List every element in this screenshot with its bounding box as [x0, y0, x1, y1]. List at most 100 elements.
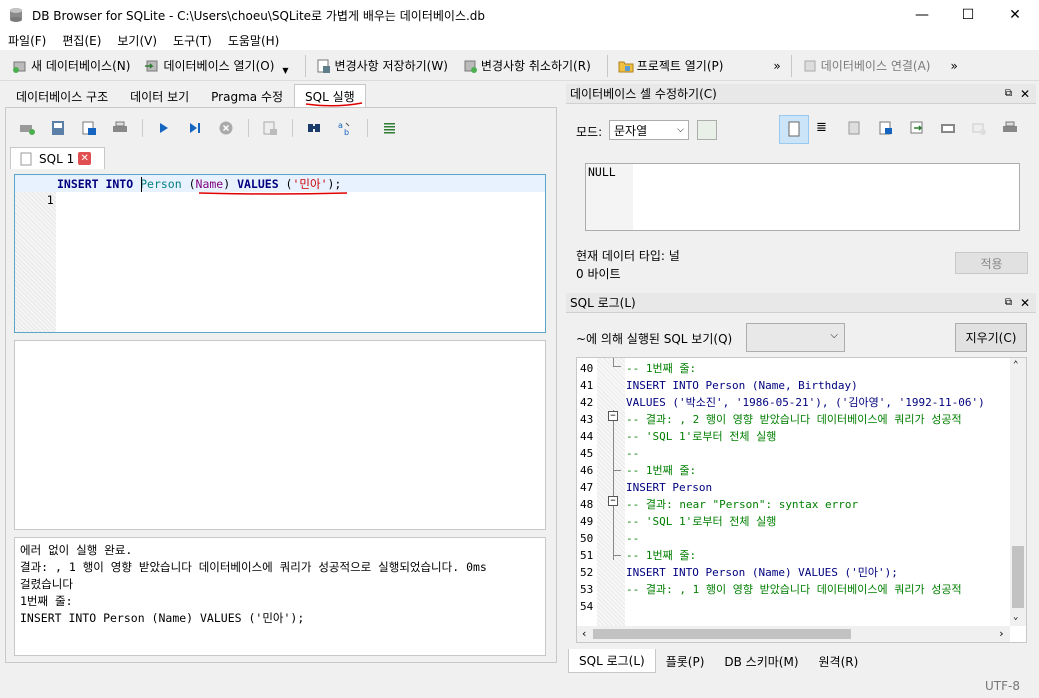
results-grid[interactable]	[14, 340, 546, 530]
log-line: 41 INSERT INTO Person (Name, Birthday)	[580, 377, 1010, 394]
close-window-button[interactable]: ✕	[992, 0, 1038, 30]
toolbar-overflow-right[interactable]: »	[950, 59, 957, 73]
tab-plot[interactable]: 플롯(P)	[656, 650, 715, 673]
log-line: 49 -- 'SQL 1'로부터 전체 실행	[580, 513, 1010, 530]
scroll-up-icon[interactable]: ⌃	[1013, 360, 1018, 370]
log-line-text: VALUES ('박소진', '1986-05-21'), ('김아영', '1…	[626, 396, 985, 409]
log-line-number: 43	[580, 413, 594, 426]
cell-content-editor[interactable]: NULL	[585, 163, 1020, 231]
save-sql-file-icon[interactable]	[80, 119, 98, 137]
toolbar-overflow-left[interactable]: »	[773, 59, 780, 73]
revert-changes-button[interactable]: 변경사항 취소하기(R)	[458, 54, 595, 78]
log-line-text: INSERT Person	[626, 481, 713, 494]
submitted-by-select[interactable]: ⌵	[746, 323, 845, 352]
sql-toolbar: ab	[18, 118, 411, 138]
scroll-left-icon[interactable]: ‹	[581, 627, 588, 640]
export-cell-icon[interactable]	[878, 120, 909, 139]
tab-browse-data[interactable]: 데이터 보기	[119, 84, 200, 108]
write-changes-button[interactable]: 변경사항 저장하기(W)	[312, 54, 452, 78]
main-toolbar: 새 데이터베이스(N) 데이터베이스 열기(O) ▼ 변경사항 저장하기(W) …	[0, 51, 1039, 81]
edit-cell-dock: 데이터베이스 셀 수정하기(C) ⧉ ✕ 모드: 문자열 ⌵ ≣ NULL 현재…	[566, 84, 1036, 289]
set-null-icon[interactable]	[940, 120, 971, 139]
close-dock-icon[interactable]: ✕	[1020, 87, 1030, 101]
open-project-button[interactable]: 프로젝트 열기(P)	[614, 54, 728, 78]
database-app-icon	[10, 8, 22, 22]
tab-database-structure[interactable]: 데이터베이스 구조	[5, 84, 119, 108]
log-line-number: 49	[580, 515, 594, 528]
minimize-button[interactable]: —	[899, 0, 945, 30]
attach-database-button[interactable]: 데이터베이스 연결(A)	[798, 54, 935, 78]
float-dock-icon[interactable]: ⧉	[1005, 88, 1012, 99]
toolbar-separator	[292, 119, 293, 137]
execute-line-icon[interactable]	[186, 119, 204, 137]
tab-sql-log[interactable]: SQL 로그(L)	[568, 649, 656, 673]
dock-header: 데이터베이스 셀 수정하기(C) ⧉ ✕	[566, 84, 1036, 104]
vertical-scrollbar[interactable]: ⌃ ⌄	[1010, 358, 1026, 626]
scrollbar-thumb[interactable]	[1012, 546, 1024, 608]
menu-view[interactable]: 보기(V)	[109, 32, 165, 49]
maximize-button[interactable]: ☐	[945, 0, 991, 30]
scroll-down-icon[interactable]: ⌄	[1013, 612, 1018, 622]
fold-line	[613, 555, 621, 556]
fold-collapse-icon[interactable]: −	[608, 411, 618, 421]
stop-execution-icon[interactable]	[217, 119, 235, 137]
log-line: 40 -- 1번째 줄:	[580, 360, 1010, 377]
main-tab-bar: 데이터베이스 구조 데이터 보기 Pragma 수정 SQL 실행	[5, 84, 560, 108]
auto-switch-mode-icon[interactable]	[697, 120, 717, 140]
text-mode-icon[interactable]	[779, 115, 809, 144]
log-line-number: 51	[580, 549, 594, 562]
fold-line	[613, 358, 614, 366]
sql-editor-tab[interactable]: SQL 1 ✕	[10, 147, 105, 169]
close-dock-icon[interactable]: ✕	[1020, 296, 1030, 310]
log-line-number: 45	[580, 447, 594, 460]
comment-lines-icon[interactable]	[380, 119, 398, 137]
sql-log-title: SQL 로그(L)	[570, 296, 636, 310]
sql-editor[interactable]: 1 INSERT INTO Person (Name) VALUES ('민아'…	[14, 174, 546, 333]
dropdown-arrow-icon[interactable]: ▼	[282, 66, 288, 75]
current-type-label: 현재 데이터 타입: 널	[576, 249, 680, 263]
apply-button[interactable]: 적용	[955, 252, 1028, 274]
scroll-right-icon[interactable]: ›	[998, 627, 1005, 640]
clear-cell-icon[interactable]	[971, 120, 1002, 139]
log-line-number: 52	[580, 566, 594, 579]
open-tab-icon[interactable]	[18, 119, 36, 137]
tab-remote[interactable]: 원격(R)	[809, 650, 869, 673]
chevron-down-icon: ⌵	[830, 330, 838, 341]
execute-all-icon[interactable]	[155, 119, 173, 137]
log-line: 42 VALUES ('박소진', '1986-05-21'), ('김아영', …	[580, 394, 1010, 411]
new-database-icon	[13, 61, 26, 73]
write-changes-label: 변경사항 저장하기(W)	[334, 59, 448, 73]
find-replace-icon[interactable]: ab	[336, 119, 354, 137]
new-database-button[interactable]: 새 데이터베이스(N)	[8, 54, 134, 78]
message-line: 결과: , 1 행이 영향 받았습니다 데이터베이스에 쿼리가 성공적으로 실행…	[20, 560, 487, 574]
mode-select[interactable]: 문자열 ⌵	[609, 120, 689, 140]
print-cell-icon[interactable]	[1002, 120, 1033, 139]
menu-help[interactable]: 도움말(H)	[220, 32, 288, 49]
menu-edit[interactable]: 편집(E)	[54, 32, 109, 49]
log-line: 45 --	[580, 445, 1010, 462]
menu-file[interactable]: 파일(F)	[0, 32, 54, 49]
print-icon[interactable]	[111, 119, 129, 137]
scrollbar-thumb[interactable]	[593, 629, 851, 639]
tab-edit-pragmas[interactable]: Pragma 수정	[200, 84, 294, 108]
save-results-icon[interactable]	[261, 119, 279, 137]
sql-log-view[interactable]: 40 -- 1번째 줄: 41 INSERT INTO Person (Name, B…	[576, 357, 1027, 643]
menu-tools[interactable]: 도구(T)	[165, 32, 220, 49]
float-dock-icon[interactable]: ⧉	[1005, 297, 1012, 308]
indent-icon[interactable]: ≣	[816, 120, 847, 139]
open-sql-file-icon[interactable]	[49, 119, 67, 137]
find-icon[interactable]	[305, 119, 323, 137]
open-database-button[interactable]: 데이터베이스 열기(O) ▼	[140, 54, 292, 78]
tab-db-schema[interactable]: DB 스키마(M)	[714, 650, 808, 673]
horizontal-scrollbar[interactable]: ‹ ›	[577, 626, 1010, 642]
toolbar-separator	[367, 119, 368, 137]
save-cell-icon[interactable]	[847, 120, 878, 139]
import-cell-icon[interactable]	[909, 120, 940, 139]
tab-execute-sql[interactable]: SQL 실행	[294, 84, 366, 108]
mode-select-value: 문자열	[614, 123, 648, 138]
fold-collapse-icon[interactable]: −	[608, 496, 618, 506]
attach-database-label: 데이터베이스 연결(A)	[820, 59, 931, 73]
new-database-label: 새 데이터베이스(N)	[31, 59, 131, 73]
close-tab-icon[interactable]: ✕	[78, 152, 92, 165]
clear-log-button[interactable]: 지우기(C)	[955, 323, 1027, 352]
